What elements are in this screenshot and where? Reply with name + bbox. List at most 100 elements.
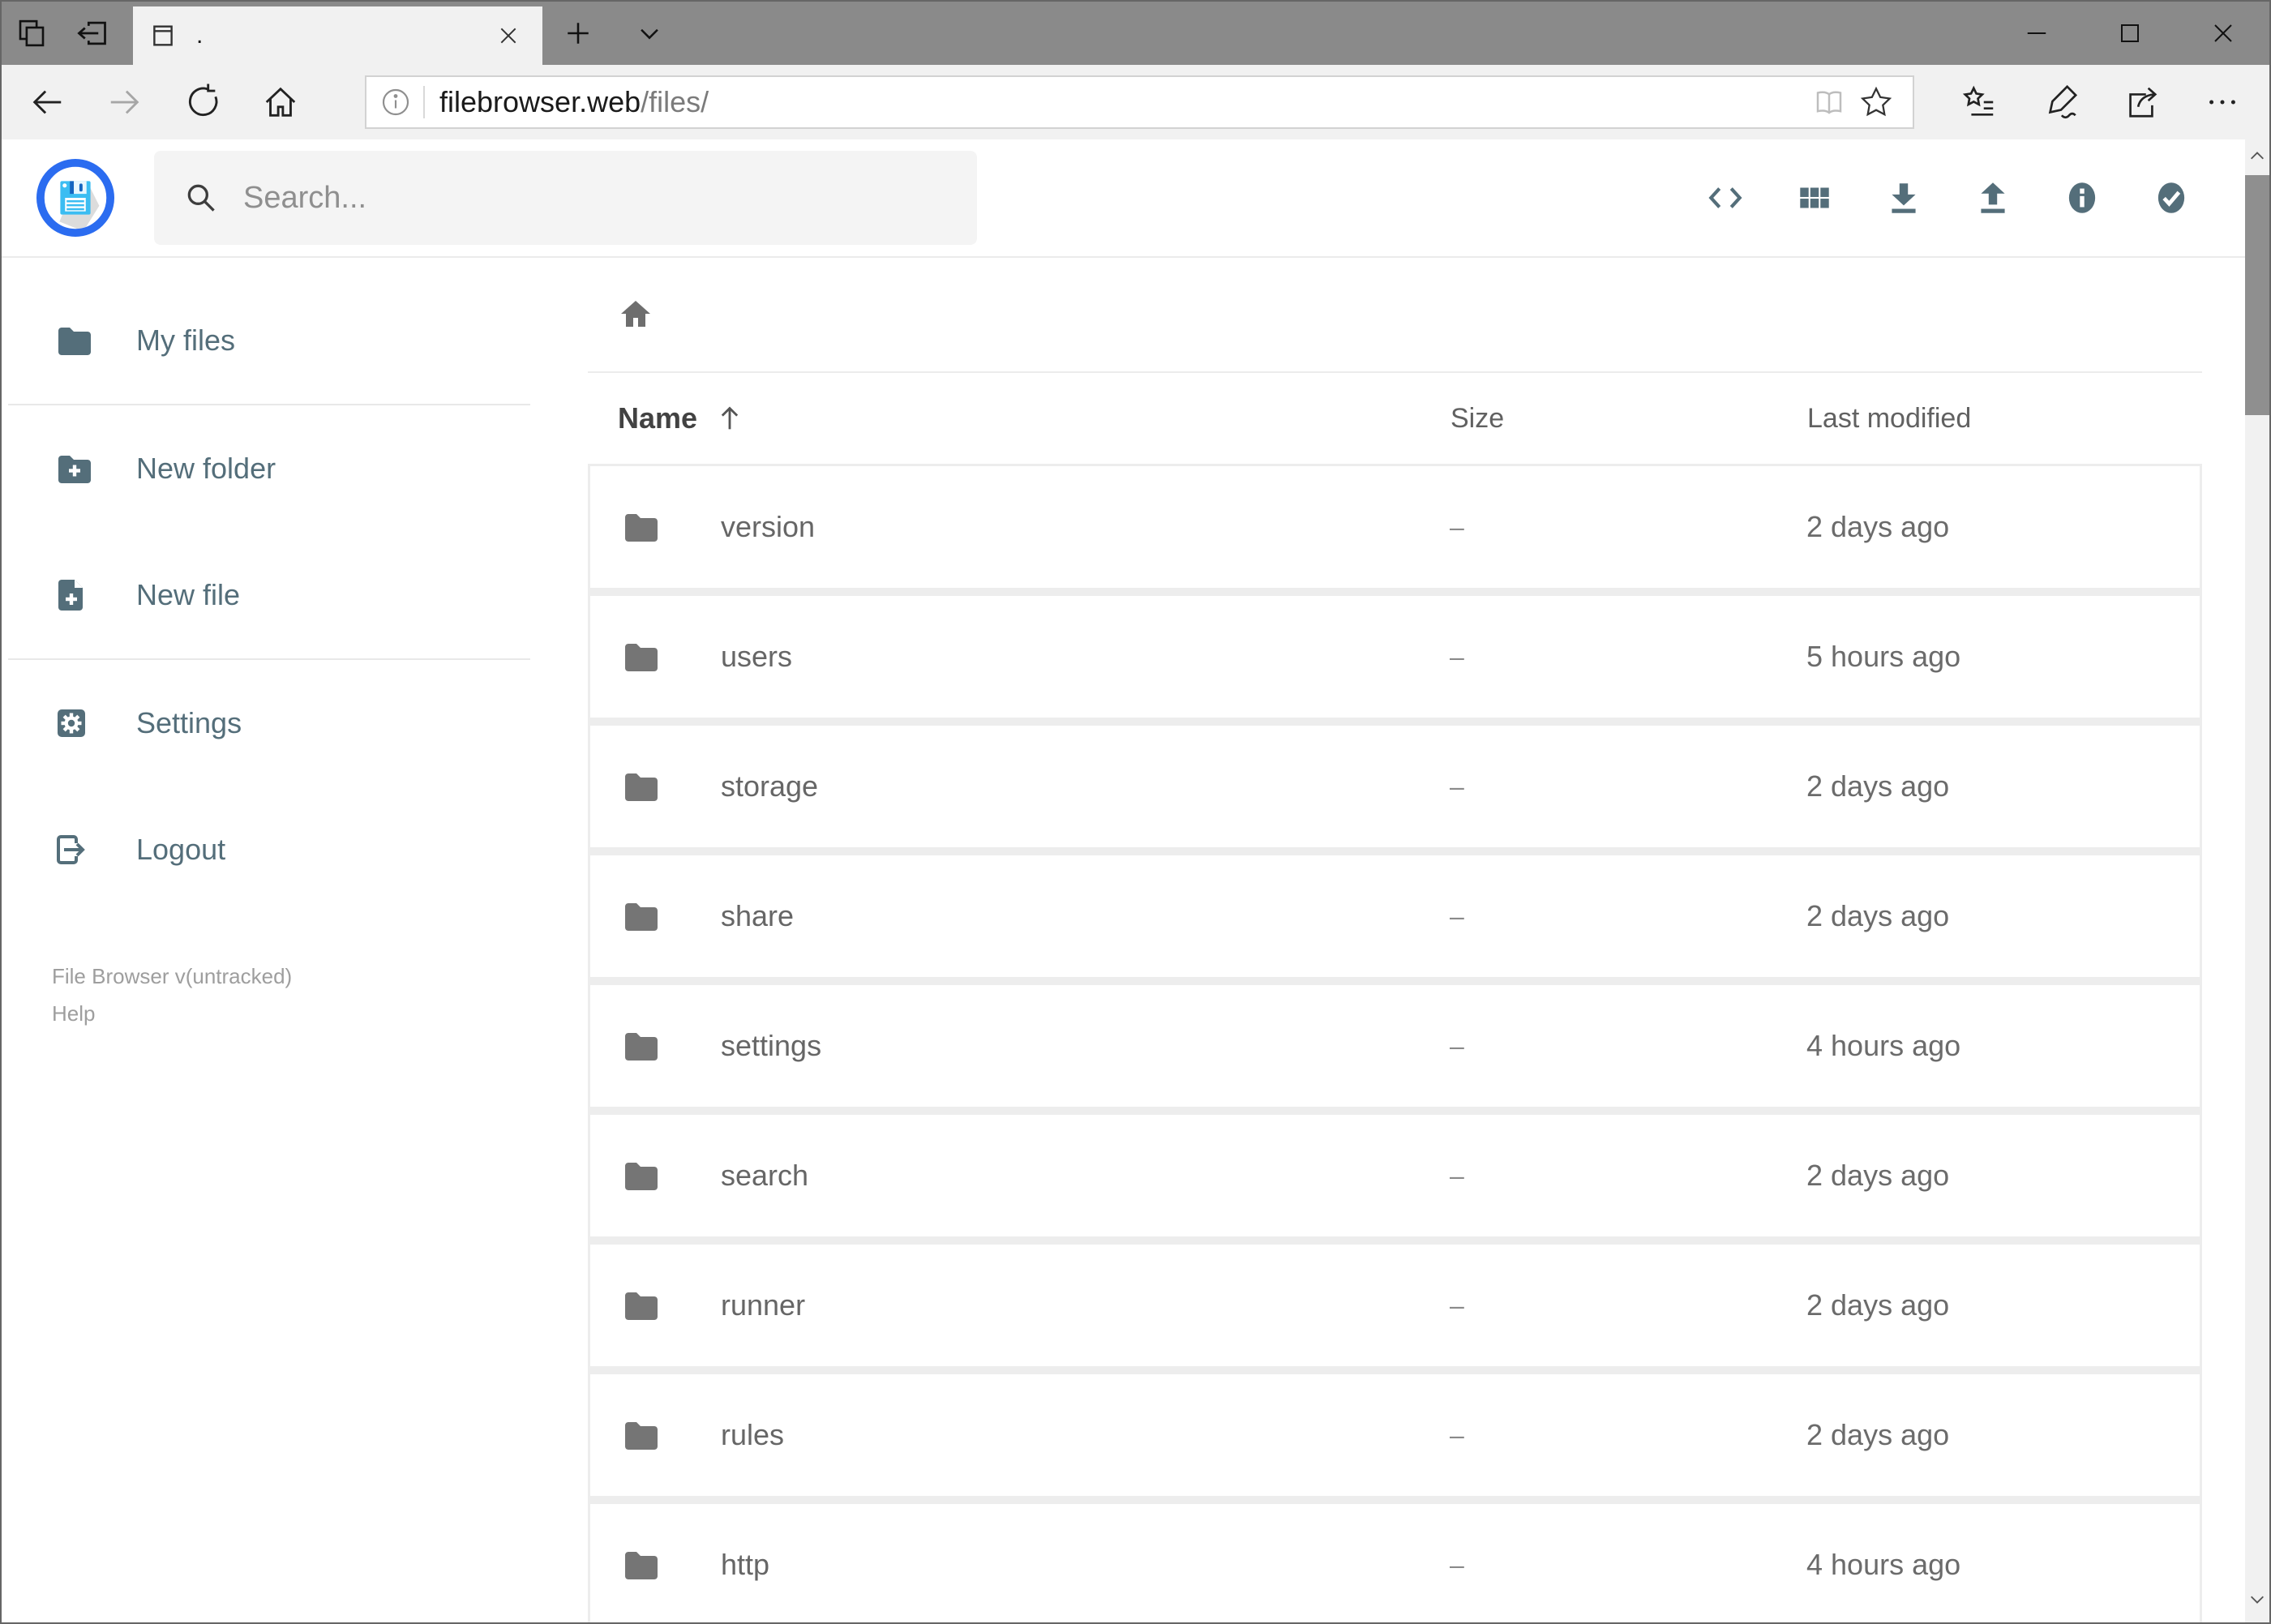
browser-tab[interactable]: .: [133, 6, 542, 65]
url-bar[interactable]: filebrowser.web/files/: [365, 75, 1914, 129]
column-header-modified[interactable]: Last modified: [1807, 403, 2172, 435]
upload-button[interactable]: [1948, 153, 2037, 242]
scroll-down-arrow[interactable]: [2245, 1582, 2269, 1616]
sidebar-item-new-folder[interactable]: New folder: [2, 405, 537, 532]
folder-icon: [619, 1416, 658, 1455]
file-modified: 2 days ago: [1806, 769, 1950, 803]
forward-button[interactable]: [86, 65, 164, 139]
file-row[interactable]: rules – 2 days ago: [590, 1374, 2200, 1496]
file-row[interactable]: version – 2 days ago: [590, 466, 2200, 588]
code-icon: [1705, 178, 1746, 218]
sidebar-footer: File Browser v(untracked) Help: [52, 958, 537, 1032]
minimize-button[interactable]: [1990, 2, 2083, 65]
file-size: –: [1450, 512, 1464, 542]
maximize-button[interactable]: [2083, 2, 2176, 65]
file-size: –: [1450, 641, 1464, 671]
url-text[interactable]: filebrowser.web/files/: [439, 85, 1806, 119]
url-separator: [423, 86, 425, 118]
file-row[interactable]: users – 5 hours ago: [590, 596, 2200, 718]
search-bar[interactable]: [154, 151, 977, 245]
tab-close-button[interactable]: [491, 18, 526, 54]
file-name: rules: [721, 1418, 785, 1451]
reading-view-button[interactable]: [1806, 85, 1853, 119]
url-path: /files/: [641, 85, 709, 118]
back-button[interactable]: [8, 65, 86, 139]
site-info-icon[interactable]: [379, 86, 412, 118]
file-row[interactable]: runner – 2 days ago: [590, 1245, 2200, 1366]
sidebar-item-settings[interactable]: Settings: [2, 660, 537, 786]
file-size: –: [1450, 1031, 1464, 1061]
sidebar-item-new-file[interactable]: New file: [2, 532, 537, 658]
file-size: –: [1450, 1290, 1464, 1320]
navigation-toolbar: filebrowser.web/files/: [2, 65, 2269, 139]
settings-icon: [52, 704, 91, 743]
folder-icon: [619, 637, 658, 676]
close-window-button[interactable]: [2176, 2, 2269, 65]
page-icon: [149, 22, 177, 49]
scrollbar-thumb[interactable]: [2245, 175, 2269, 415]
favorite-star-button[interactable]: [1853, 85, 1900, 119]
file-size: –: [1450, 1160, 1464, 1190]
sidebar-item-my-files[interactable]: My files: [2, 277, 537, 404]
file-modified: 4 hours ago: [1806, 1548, 1961, 1581]
home-button[interactable]: [242, 65, 319, 139]
grid-view-button[interactable]: [1770, 153, 1859, 242]
file-name: share: [721, 899, 795, 932]
new-tab-button[interactable]: [542, 2, 614, 65]
file-modified: 4 hours ago: [1806, 1029, 1961, 1062]
home-breadcrumb-icon[interactable]: [616, 295, 655, 334]
select-all-button[interactable]: [2127, 153, 2216, 242]
file-name: storage: [721, 769, 819, 803]
breadcrumb: [588, 258, 2202, 373]
file-modified: 2 days ago: [1806, 510, 1950, 543]
tabs-preview-icon: [15, 16, 49, 50]
folder-icon: [619, 1545, 658, 1584]
settings-more-button[interactable]: [2182, 65, 2263, 139]
sidebar-item-label: Settings: [136, 706, 242, 739]
listing-header: Name Size Last modified: [588, 373, 2202, 464]
raw-code-button[interactable]: [1681, 153, 1770, 242]
titlebar: .: [2, 2, 2269, 65]
filebrowser-logo: [36, 158, 115, 238]
column-header-size[interactable]: Size: [1450, 403, 1807, 435]
file-row[interactable]: storage – 2 days ago: [590, 726, 2200, 847]
file-modified: 5 hours ago: [1806, 640, 1961, 673]
tab-title: .: [196, 22, 204, 49]
sidebar-item-label: New file: [136, 578, 241, 611]
file-row[interactable]: settings – 4 hours ago: [590, 985, 2200, 1107]
url-host: filebrowser.web: [439, 85, 641, 118]
upload-icon: [1973, 178, 2013, 218]
set-tabs-aside-button[interactable]: [62, 2, 122, 65]
file-row[interactable]: http – 4 hours ago: [590, 1504, 2200, 1622]
search-icon: [183, 180, 219, 216]
logout-icon: [52, 830, 91, 869]
tab-list-dropdown-button[interactable]: [614, 2, 685, 65]
file-modified: 2 days ago: [1806, 1418, 1950, 1451]
file-rows: version – 2 days ago users – 5 hours ago…: [588, 464, 2202, 1622]
scroll-up-arrow[interactable]: [2245, 139, 2269, 174]
set-tabs-aside-icon: [74, 15, 109, 51]
page-scrollbar[interactable]: [2245, 139, 2269, 1622]
annotate-pen-button[interactable]: [2020, 65, 2101, 139]
help-link[interactable]: Help: [52, 996, 537, 1033]
file-size: –: [1450, 901, 1464, 931]
titlebar-spacer: [685, 2, 1990, 65]
file-row[interactable]: share – 2 days ago: [590, 855, 2200, 977]
sidebar-item-label: Logout: [136, 833, 226, 866]
sidebar-item-logout[interactable]: Logout: [2, 786, 537, 913]
file-name: runner: [721, 1288, 806, 1322]
refresh-button[interactable]: [164, 65, 242, 139]
tab-preview-button[interactable]: [2, 2, 62, 65]
info-button[interactable]: [2037, 153, 2127, 242]
download-button[interactable]: [1859, 153, 1948, 242]
file-row[interactable]: search – 2 days ago: [590, 1115, 2200, 1236]
file-size: –: [1450, 771, 1464, 801]
hub-button[interactable]: [1939, 65, 2020, 139]
share-button[interactable]: [2101, 65, 2182, 139]
browser-window: . filebrowser.web/files/ Search... My fi…: [0, 0, 2271, 1624]
search-input[interactable]: [243, 180, 948, 216]
file-name: http: [721, 1548, 770, 1581]
folder-icon: [52, 321, 91, 360]
column-header-name[interactable]: Name: [618, 401, 1450, 435]
folder-icon: [619, 1026, 658, 1065]
